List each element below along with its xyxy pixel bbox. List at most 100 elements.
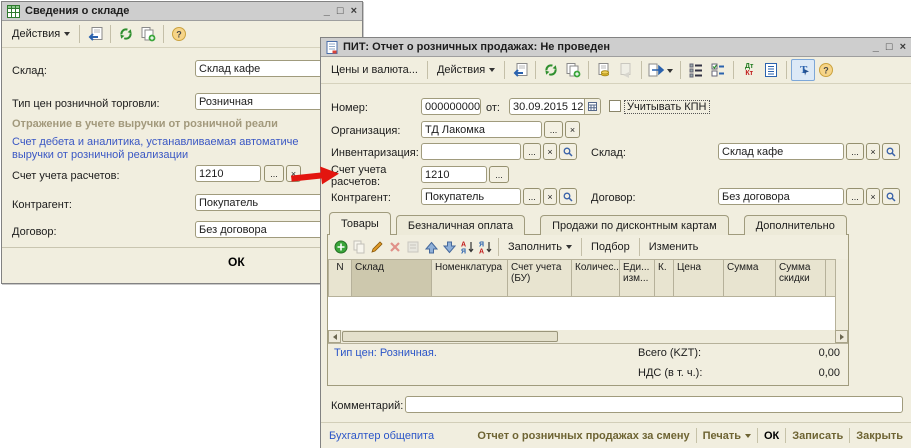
contractor-choose-button[interactable]: ... <box>523 188 541 205</box>
comment-input[interactable] <box>405 396 903 413</box>
report-contractor-input[interactable]: Покупатель <box>421 188 521 205</box>
fill-menu-button[interactable]: Заполнить <box>503 239 577 255</box>
contractor-open-button[interactable] <box>559 188 577 205</box>
organization-input[interactable]: ТД Лакомка <box>421 121 542 138</box>
tab-goods[interactable]: Товары <box>329 212 391 235</box>
contractor-clear-button[interactable]: × <box>543 188 557 205</box>
prices-currency-button[interactable]: Цены и валюта... <box>326 62 423 78</box>
save-and-close-icon[interactable] <box>84 24 106 44</box>
help-icon[interactable]: ? <box>815 60 837 80</box>
actions-menu-button[interactable]: Действия <box>7 26 75 42</box>
journal-icon[interactable] <box>760 60 782 80</box>
report-contract-input[interactable]: Без договора <box>718 188 844 205</box>
maximize-button[interactable]: □ <box>886 42 893 53</box>
column-header-quantity[interactable]: Количес... <box>572 259 620 297</box>
actions-menu-button[interactable]: Действия <box>432 62 500 78</box>
report-warehouse-input[interactable]: Склад кафе <box>718 143 844 160</box>
scroll-right-button[interactable] <box>835 330 848 343</box>
report-contractor-value: Покупатель <box>425 191 484 203</box>
number-input[interactable]: 000000000 <box>421 98 481 115</box>
column-header-k[interactable]: К. <box>655 259 674 297</box>
unpost-document-icon[interactable] <box>615 60 637 80</box>
warehouse-window-titlebar[interactable]: Сведения о складе _ □ × <box>2 2 362 21</box>
close-button[interactable]: × <box>900 42 906 53</box>
maximize-button[interactable]: □ <box>337 6 344 17</box>
calendar-icon[interactable] <box>584 99 600 114</box>
account-choose-button[interactable]: ... <box>264 165 284 182</box>
minimize-button[interactable]: _ <box>873 42 879 53</box>
column-header-unit[interactable]: Еди...изм... <box>620 259 655 297</box>
kpn-checkbox-label[interactable]: Учитывать КПН <box>625 101 709 113</box>
ok-button[interactable]: ОК <box>764 430 779 442</box>
report-account-input[interactable]: 1210 <box>421 166 487 183</box>
vertical-scrollbar[interactable] <box>835 259 848 330</box>
description-pointer-icon[interactable]: T <box>791 59 815 81</box>
move-up-icon[interactable] <box>422 238 440 256</box>
kpn-checkbox[interactable] <box>609 100 621 112</box>
contract-value: Без договора <box>199 224 267 236</box>
date-input[interactable]: 30.09.2015 12:27 <box>509 98 601 115</box>
save-button[interactable]: Записать <box>792 430 843 442</box>
row-structure-icon[interactable] <box>685 60 707 80</box>
settlement-account-input[interactable]: 1210 <box>195 165 261 182</box>
inventory-choose-button[interactable]: ... <box>523 143 541 160</box>
minimize-button[interactable]: _ <box>324 6 330 17</box>
move-to-end-icon[interactable] <box>404 238 422 256</box>
change-button[interactable]: Изменить <box>644 239 704 255</box>
close-button[interactable]: Закрыть <box>856 430 903 442</box>
contract-clear-button[interactable]: × <box>866 188 880 205</box>
refresh-icon[interactable] <box>115 24 137 44</box>
column-header-sum[interactable]: Сумма <box>724 259 776 297</box>
actions-menu-label: Действия <box>437 64 485 76</box>
post-document-icon[interactable] <box>593 60 615 80</box>
column-header-sklad[interactable]: Склад <box>352 259 432 297</box>
output-icon[interactable] <box>646 60 676 80</box>
warehouse-open-button[interactable] <box>882 143 900 160</box>
horizontal-scrollbar[interactable] <box>328 330 848 344</box>
edit-row-icon[interactable] <box>368 238 386 256</box>
scroll-left-button[interactable] <box>328 330 341 343</box>
ok-button[interactable]: ОК <box>228 255 245 269</box>
scrollbar-thumb[interactable] <box>342 331 558 342</box>
price-type-link[interactable]: Тип цен: Розничная. <box>334 347 437 359</box>
column-header-account[interactable]: Счет учета(БУ) <box>508 259 572 297</box>
warehouse-choose-button[interactable]: ... <box>846 143 864 160</box>
document-icon <box>326 41 338 54</box>
report-window-titlebar[interactable]: ПИТ: Отчет о розничных продажах: Не пров… <box>321 38 911 57</box>
contract-open-button[interactable] <box>882 188 900 205</box>
refresh-icon[interactable] <box>540 60 562 80</box>
close-button[interactable]: × <box>351 6 357 17</box>
grid-empty-body[interactable] <box>328 297 835 331</box>
tab-additional[interactable]: Дополнительно <box>744 215 847 235</box>
shift-report-button[interactable]: Отчет о розничных продажах за смену <box>477 430 689 442</box>
help-icon[interactable]: ? <box>168 24 190 44</box>
inventory-input[interactable] <box>421 143 521 160</box>
move-down-icon[interactable] <box>440 238 458 256</box>
copy-row-icon[interactable] <box>350 238 368 256</box>
contract-choose-button[interactable]: ... <box>846 188 864 205</box>
sort-ascending-icon[interactable]: АЯ <box>458 238 476 256</box>
organization-choose-button[interactable]: ... <box>544 121 563 138</box>
checkbox-list-icon[interactable] <box>707 60 729 80</box>
tab-discount-card-sales[interactable]: Продажи по дисконтным картам <box>540 215 729 235</box>
warehouse-clear-button[interactable]: × <box>866 143 880 160</box>
column-header-n[interactable]: N <box>328 259 352 297</box>
print-menu-button[interactable]: Печать <box>703 430 751 442</box>
column-header-nomenklatura[interactable]: Номенклатура <box>432 259 508 297</box>
pick-button[interactable]: Подбор <box>586 239 635 255</box>
delete-row-icon[interactable] <box>386 238 404 256</box>
organization-clear-button[interactable]: × <box>565 121 580 138</box>
inventory-clear-button[interactable]: × <box>543 143 557 160</box>
report-account-choose-button[interactable]: ... <box>489 166 509 183</box>
sort-descending-icon[interactable]: ЯА <box>476 238 494 256</box>
tab-cashless-payment[interactable]: Безналичная оплата <box>396 215 525 235</box>
add-row-icon[interactable] <box>332 238 350 256</box>
responsible-link[interactable]: Бухгалтер общепита <box>329 430 434 442</box>
inventory-open-button[interactable] <box>559 143 577 160</box>
column-header-price[interactable]: Цена <box>674 259 724 297</box>
copy-icon[interactable] <box>137 24 159 44</box>
save-and-close-icon[interactable] <box>509 60 531 80</box>
copy-icon[interactable] <box>562 60 584 80</box>
dt-kt-icon[interactable]: Дт Кт <box>738 60 760 80</box>
column-header-discount-sum[interactable]: Суммаскидки <box>776 259 826 297</box>
